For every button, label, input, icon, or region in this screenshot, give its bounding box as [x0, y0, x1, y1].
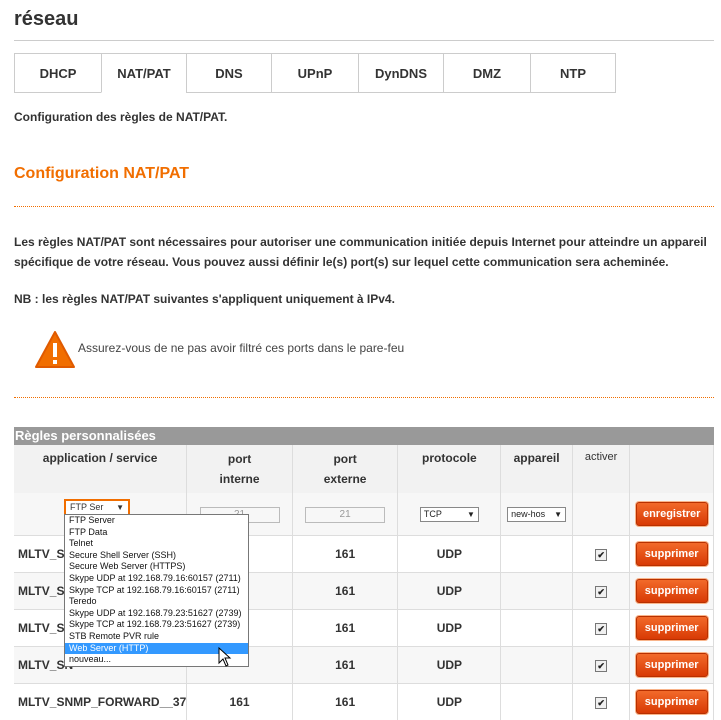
header-protocole: protocole	[398, 445, 501, 493]
warning-text: Assurez-vous de ne pas avoir filtré ces …	[78, 341, 404, 355]
activer-checkbox[interactable]: ✔	[595, 586, 607, 598]
row-activer: ✔	[572, 573, 630, 610]
row-activer: ✔	[572, 610, 630, 647]
dropdown-option[interactable]: Secure Web Server (HTTPS)	[65, 561, 248, 573]
dropdown-option[interactable]: Skype UDP at 192.168.79.16:60157 (2711)	[65, 573, 248, 585]
row-protocole: UDP	[398, 610, 501, 647]
dropdown-option[interactable]: Skype UDP at 192.168.79.23:51627 (2739)	[65, 608, 248, 620]
activer-checkbox[interactable]: ✔	[595, 697, 607, 709]
dropdown-option[interactable]: STB Remote PVR rule	[65, 631, 248, 643]
row-appareil	[501, 647, 572, 684]
header-service: application / service	[14, 445, 187, 493]
dropdown-option[interactable]: Skype TCP at 192.168.79.23:51627 (2739)	[65, 619, 248, 631]
activer-checkbox[interactable]: ✔	[595, 549, 607, 561]
dropdown-option[interactable]: Telnet	[65, 538, 248, 550]
row-name: MLTV_SNMP_FORWARD__37	[14, 684, 187, 720]
row-appareil	[501, 573, 572, 610]
row-action: supprimer	[630, 684, 714, 720]
row-action: supprimer	[630, 536, 714, 573]
table-header-row: application / service portinterne portex…	[14, 445, 714, 493]
table-title-bar: Règles personnalisées	[14, 427, 714, 445]
dropdown-option[interactable]: Secure Shell Server (SSH)	[65, 550, 248, 562]
chevron-down-icon: ▼	[116, 501, 124, 514]
header-port-interne-line1: port	[187, 452, 292, 466]
row-port-externe: 161	[292, 610, 398, 647]
row-protocole: UDP	[398, 573, 501, 610]
header-activer: activer	[572, 445, 630, 493]
row-action: supprimer	[630, 647, 714, 684]
chevron-down-icon: ▼	[554, 508, 562, 521]
dotted-divider	[14, 397, 714, 398]
header-appareil: appareil	[501, 445, 572, 493]
protocole-select[interactable]: TCP ▼	[420, 507, 479, 522]
tab-nat-pat[interactable]: NAT/PAT	[101, 53, 186, 93]
page-title: réseau	[14, 8, 79, 31]
service-select-value: FTP Ser	[70, 502, 103, 512]
edit-action-cell: enregistrer	[630, 493, 714, 536]
appareil-select[interactable]: new-hos ▼	[507, 507, 566, 522]
row-action: supprimer	[630, 610, 714, 647]
dropdown-option[interactable]: Teredo	[65, 596, 248, 608]
appareil-select-value: new-hos	[511, 509, 545, 519]
row-port-externe: 161	[292, 573, 398, 610]
row-appareil	[501, 684, 572, 720]
enregistrer-button[interactable]: enregistrer	[636, 502, 708, 526]
row-port-externe: 161	[292, 684, 398, 720]
row-port-externe: 161	[292, 536, 398, 573]
supprimer-button[interactable]: supprimer	[636, 579, 708, 603]
row-activer: ✔	[572, 684, 630, 720]
row-activer: ✔	[572, 536, 630, 573]
title-divider	[14, 40, 714, 41]
header-action	[630, 445, 714, 493]
section-title: Configuration NAT/PAT	[14, 165, 189, 183]
edit-port-externe-cell: 21	[292, 493, 398, 536]
supprimer-button[interactable]: supprimer	[636, 653, 708, 677]
header-port-externe: port externe	[292, 445, 398, 493]
row-action: supprimer	[630, 573, 714, 610]
edit-activer-cell	[572, 493, 630, 536]
row-appareil	[501, 536, 572, 573]
row-activer: ✔	[572, 647, 630, 684]
edit-protocole-cell: TCP ▼	[398, 493, 501, 536]
row-protocole: UDP	[398, 647, 501, 684]
tab-dns[interactable]: DNS	[186, 53, 271, 93]
port-externe-input[interactable]: 21	[305, 507, 385, 523]
service-dropdown-list: FTP Server FTP Data Telnet Secure Shell …	[64, 514, 249, 667]
header-port-interne: port interne	[187, 445, 293, 493]
activer-checkbox[interactable]: ✔	[595, 660, 607, 672]
tab-bar: DHCP NAT/PAT DNS UPnP DynDNS DMZ NTP	[14, 53, 616, 93]
chevron-down-icon: ▼	[467, 508, 475, 521]
supprimer-button[interactable]: supprimer	[636, 542, 708, 566]
dropdown-option[interactable]: FTP Data	[65, 527, 248, 539]
header-port-externe-line1: port	[293, 452, 398, 466]
dropdown-option[interactable]: FTP Server	[65, 515, 248, 527]
dropdown-option[interactable]: Skype TCP at 192.168.79.16:60157 (2711)	[65, 585, 248, 597]
table-title: Règles personnalisées	[14, 428, 156, 443]
header-port-interne-line2: interne	[187, 472, 292, 486]
warning-icon	[34, 330, 76, 370]
edit-appareil-cell: new-hos ▼	[501, 493, 572, 536]
intro-text: Configuration des règles de NAT/PAT.	[14, 110, 227, 124]
tab-ntp[interactable]: NTP	[530, 53, 616, 93]
description-text: Les règles NAT/PAT sont nécessaires pour…	[14, 232, 714, 272]
header-port-externe-line2: externe	[293, 472, 398, 486]
activer-checkbox[interactable]: ✔	[595, 623, 607, 635]
nb-text: NB : les règles NAT/PAT suivantes s'appl…	[14, 292, 395, 306]
row-appareil	[501, 610, 572, 647]
supprimer-button[interactable]: supprimer	[636, 616, 708, 640]
row-port-externe: 161	[292, 647, 398, 684]
tab-dmz[interactable]: DMZ	[443, 53, 530, 93]
table-row: MLTV_SNMP_FORWARD__37 161 161 UDP ✔ supp…	[14, 684, 714, 720]
protocole-select-value: TCP	[424, 509, 442, 519]
tab-upnp[interactable]: UPnP	[271, 53, 358, 93]
tab-dyndns[interactable]: DynDNS	[358, 53, 443, 93]
row-port-interne: 161	[187, 684, 293, 720]
row-protocole: UDP	[398, 684, 501, 720]
supprimer-button[interactable]: supprimer	[636, 690, 708, 714]
dotted-divider	[14, 206, 714, 207]
row-protocole: UDP	[398, 536, 501, 573]
mouse-pointer-icon	[218, 647, 232, 667]
tab-dhcp[interactable]: DHCP	[14, 53, 101, 93]
